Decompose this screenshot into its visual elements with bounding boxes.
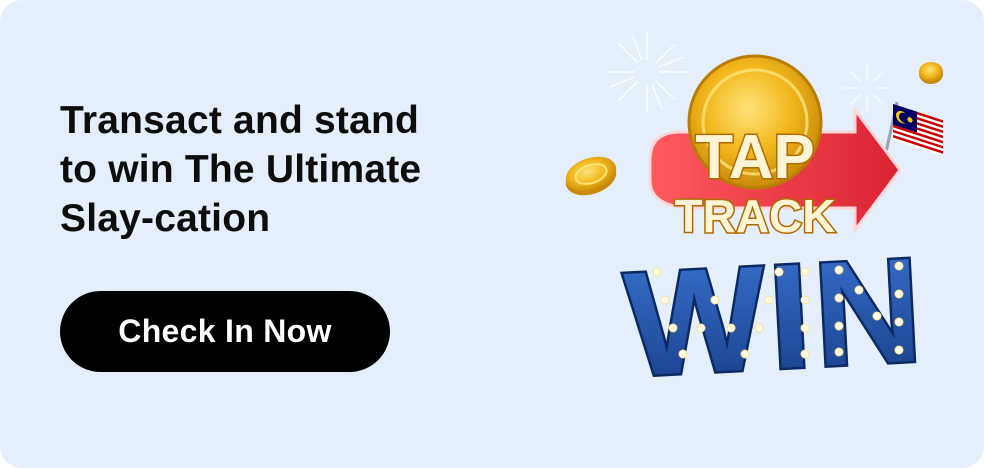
- headline-line-3: Slay-cation: [60, 197, 271, 240]
- check-in-now-button[interactable]: Check In Now: [60, 291, 390, 372]
- logo-word-tap: TAP: [695, 123, 814, 192]
- promo-headline: Transact and stand to win The Ultimate S…: [60, 96, 530, 243]
- coin-icon: [565, 156, 617, 196]
- coin-icon: [919, 62, 943, 84]
- headline-line-1: Transact and stand: [60, 99, 420, 142]
- firework-icon: [843, 64, 891, 112]
- firework-icon: [607, 32, 687, 112]
- promo-banner-card[interactable]: Transact and stand to win The Ultimate S…: [0, 0, 984, 468]
- logo-word-win: WIN: [621, 227, 929, 407]
- headline-line-2: to win The Ultimate: [60, 148, 422, 191]
- tap-track-win-illustration: TAP TRACK WIN: [565, 32, 943, 410]
